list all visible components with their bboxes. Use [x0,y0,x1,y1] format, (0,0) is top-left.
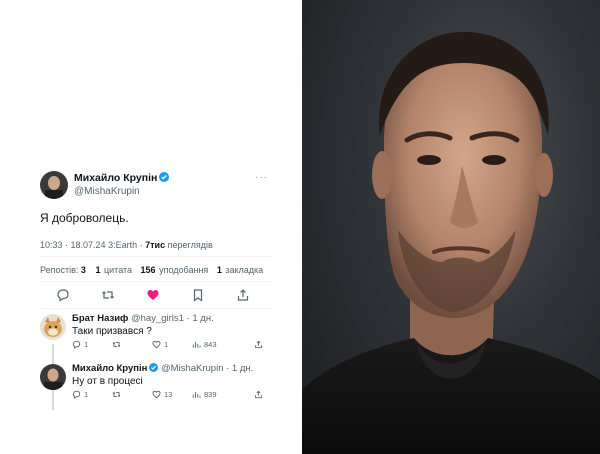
reply-like-button[interactable]: 13 [152,390,172,399]
reply-icon[interactable] [56,288,70,302]
reply-reply-button[interactable]: 1 [72,390,88,399]
like-icon [152,340,161,349]
portrait-illustration [302,31,600,454]
reply-header: Брат Назиф @hay_girls1 · 1 дн. [72,313,214,324]
divider [40,281,272,282]
tweet-time[interactable]: 10:33 · 18.07.24 [40,240,106,250]
reposts-stat[interactable]: Репостів: 3 [40,265,87,275]
thread-line [52,344,54,364]
tweet-meta: 10:33 · 18.07.24 3:Earth · 7тис перегляд… [40,240,213,250]
portrait-photo [302,0,600,454]
reply-header: Михайло Крупін @MishaKrupin · 1 дн. [72,363,253,374]
share-icon [255,390,262,399]
reply-icon [72,340,81,349]
reply-actions: 1 13 839 [72,390,272,402]
reply-avatar[interactable] [40,364,66,390]
quotes-stat[interactable]: 1 цитата [95,265,132,275]
reply-share-button[interactable] [254,340,266,349]
reply-views[interactable]: 839 [192,390,217,399]
verified-icon [159,172,170,182]
reply-share-button[interactable] [254,390,266,399]
reply-time[interactable]: · 1 дн. [187,313,214,324]
share-icon [255,340,262,349]
retweet-icon [112,391,121,398]
reply-text: Таки призвався ? [72,326,152,337]
reply-retweet-button[interactable] [112,390,124,399]
author-name[interactable]: Михайло Крупін [74,172,170,184]
like-icon[interactable] [146,288,160,302]
reply-author-name[interactable]: Михайло Крупін [72,363,147,374]
tweet-actions [56,288,256,302]
reply-like-button[interactable]: 1 [152,340,168,349]
like-icon [152,390,161,399]
reply-text: Ну от в процесі [72,376,143,387]
views-icon [192,341,201,348]
bookmarks-stat[interactable]: 1 закладка [217,265,263,275]
verified-icon [149,363,159,372]
reply-views[interactable]: 843 [192,340,217,349]
reply-author-handle[interactable]: @hay_girls1 [131,313,184,324]
retweet-icon[interactable] [101,288,115,302]
tweet-panel: Михайло Крупін @MishaKrupin ··· Я добров… [0,0,302,454]
reply-reply-button[interactable]: 1 [72,340,88,349]
reply-icon [72,390,81,399]
divider [40,308,272,309]
reply-avatar[interactable] [40,314,66,340]
likes-stat[interactable]: 156 уподобання [141,265,209,275]
reply-actions: 1 1 843 [72,340,272,352]
tweet-source: 3:Earth [108,240,138,250]
tweet-stats: Репостів: 3 1 цитата 156 уподобання 1 за… [40,265,269,275]
reply-author-name[interactable]: Брат Назиф [72,313,128,324]
author-handle[interactable]: @MishaKrupin [74,186,140,197]
divider [40,256,272,257]
tweet-text: Я доброволець. [40,211,129,225]
views-count: 7тис [145,240,166,250]
reply-retweet-button[interactable] [112,340,124,349]
reply-time[interactable]: · 1 дн. [226,363,253,374]
thread-line [52,390,54,410]
views-label: переглядів [167,240,213,250]
share-icon[interactable] [236,288,250,302]
author-avatar[interactable] [40,171,68,199]
more-options-icon[interactable]: ··· [255,172,268,183]
retweet-icon [112,341,121,348]
views-icon [192,391,201,398]
reply-author-handle[interactable]: @MishaKrupin [161,363,223,374]
bookmark-icon[interactable] [191,288,205,302]
